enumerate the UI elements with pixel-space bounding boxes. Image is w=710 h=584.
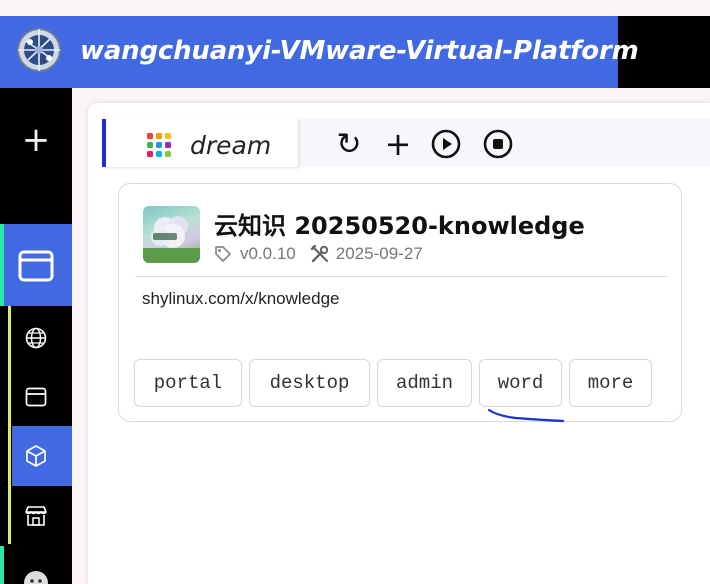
smiley-icon (24, 571, 48, 584)
active-indicator (0, 224, 4, 306)
tools-icon (310, 244, 330, 264)
app-meta: v0.0.10 2025-09-27 (214, 244, 423, 264)
window-icon (25, 387, 47, 407)
store-icon (25, 506, 47, 526)
more-button[interactable]: more (569, 359, 652, 407)
divider (135, 276, 667, 277)
sidebar-item-store[interactable] (0, 501, 72, 531)
app-date: 2025-09-27 (335, 244, 423, 263)
app-logo[interactable] (143, 206, 200, 263)
desktop-button[interactable]: desktop (249, 359, 370, 407)
app-card: 云知识 20250520-knowledge v0.0.10 2025-09-2… (118, 183, 682, 422)
cube-icon (0, 441, 72, 471)
sidebar-item-window[interactable] (0, 382, 72, 412)
app-url[interactable]: shylinux.com/x/knowledge (142, 289, 339, 309)
play-icon (431, 129, 461, 159)
word-button[interactable]: word (479, 359, 562, 407)
add-button[interactable]: + (383, 125, 413, 163)
globe-icon[interactable] (16, 27, 62, 73)
tab-dream[interactable]: dream (102, 119, 298, 167)
tab-bar: dream ↻ + (102, 119, 710, 167)
refresh-button[interactable]: ↻ (334, 127, 364, 162)
portal-button[interactable]: portal (134, 359, 242, 407)
tag-icon (214, 245, 232, 263)
globe-icon (25, 327, 47, 349)
app-title: 云知识 20250520-knowledge (214, 212, 585, 240)
add-button[interactable]: + (0, 88, 72, 192)
tab-label: dream (190, 131, 272, 160)
start-button[interactable] (430, 129, 462, 159)
sidebar-item-desktop[interactable] (0, 224, 72, 306)
app-version: v0.0.10 (240, 244, 296, 263)
admin-button[interactable]: admin (377, 359, 472, 407)
stop-button[interactable] (482, 129, 514, 159)
underline-annotation (487, 408, 565, 423)
window-title: wangchuanyi-VMware-Virtual-Platform (80, 36, 639, 66)
grid-apps-icon (146, 132, 172, 158)
stop-icon (483, 129, 513, 159)
window-icon (0, 249, 72, 283)
sidebar-item-user[interactable] (0, 568, 72, 584)
sidebar-item-globe[interactable] (0, 323, 72, 353)
sidebar: + (0, 88, 72, 584)
